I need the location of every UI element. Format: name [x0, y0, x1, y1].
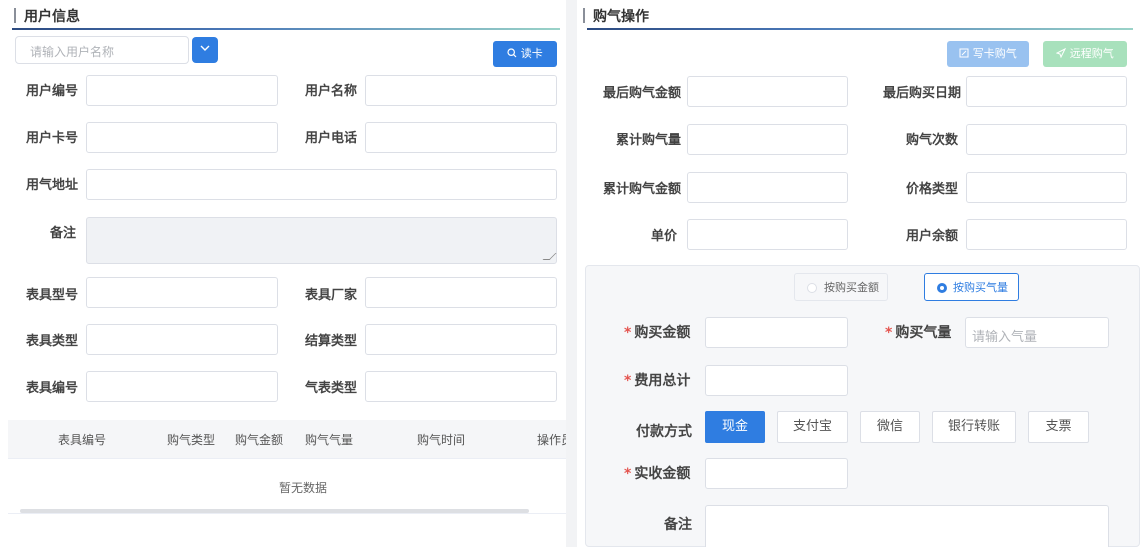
required-mark: *: [624, 325, 632, 341]
phone-label: 用户电话: [305, 131, 358, 146]
actual-amount-label: * 实收金额: [624, 466, 691, 482]
meter-type-label: 表具类型: [26, 334, 79, 349]
pay-bank-transfer-button[interactable]: 银行转账: [932, 411, 1016, 443]
purchase-count-field[interactable]: [966, 124, 1127, 155]
column-header: 购气时间: [417, 433, 466, 447]
title-underline: [587, 28, 1133, 30]
user-search-input[interactable]: 请输入用户名称: [15, 36, 189, 64]
user-no-label: 用户编号: [26, 84, 79, 99]
required-mark: *: [624, 466, 632, 482]
meter-model-label: 表具型号: [26, 288, 79, 303]
buy-volume-field[interactable]: 请输入气量: [965, 317, 1109, 348]
total-volume-label: 累计购气量: [616, 133, 682, 148]
total-amount-label: 累计购气金额: [603, 182, 682, 197]
column-header: 购气类型: [167, 433, 216, 447]
table-header: 表具编号 购气类型 购气金额 购气气量 购气时间 操作员: [8, 420, 566, 458]
purchase-header: 购气操作: [577, 0, 1140, 30]
mode-by-volume-radio[interactable]: 按购买气量: [924, 273, 1019, 301]
pay-wechat-button[interactable]: 微信: [860, 411, 920, 443]
total-volume-field[interactable]: [687, 124, 848, 155]
empty-text: 暂无数据: [278, 481, 327, 495]
required-mark: *: [624, 373, 632, 389]
mode-by-volume-label: 按购买气量: [953, 281, 1008, 294]
write-card-buy-button[interactable]: 写卡购气: [947, 41, 1029, 67]
remote-buy-button[interactable]: 远程购气: [1043, 41, 1127, 67]
address-label: 用气地址: [26, 178, 79, 193]
pay-method-label: 付款方式: [636, 424, 692, 440]
pay-alipay-button[interactable]: 支付宝: [777, 411, 848, 443]
meter-maker-field[interactable]: [365, 277, 557, 308]
total-fee-field[interactable]: [705, 365, 848, 396]
price-type-label: 价格类型: [906, 182, 959, 197]
search-icon: [507, 47, 521, 60]
title-underline: [12, 28, 560, 30]
card-no-field[interactable]: [86, 122, 278, 153]
table-bottom-divider: [8, 513, 566, 514]
resize-handle-icon[interactable]: [542, 253, 557, 260]
user-name-field[interactable]: [365, 75, 557, 106]
user-info-header: 用户信息: [0, 0, 566, 30]
pay-cash-button[interactable]: 现金: [705, 411, 765, 443]
price-type-field[interactable]: [966, 172, 1127, 203]
purchase-title: 购气操作: [583, 6, 649, 26]
meter-maker-label: 表具厂家: [305, 288, 358, 303]
actual-amount-field[interactable]: [705, 458, 848, 489]
purchase-remark-textarea[interactable]: [705, 505, 1109, 547]
remark-label: 备注: [50, 226, 77, 241]
chevron-down-icon: [200, 45, 210, 51]
radio-off-icon: [807, 283, 817, 293]
last-date-label: 最后购买日期: [883, 86, 962, 101]
address-field[interactable]: [86, 169, 557, 200]
purchase-history-table: 表具编号 购气类型 购气金额 购气气量 购气时间 操作员 暂无数据: [0, 420, 566, 547]
unit-price-label: 单价: [651, 229, 678, 244]
edit-icon: [959, 47, 973, 60]
unit-price-field[interactable]: [687, 219, 848, 250]
radio-on-icon: [937, 283, 947, 293]
last-amount-label: 最后购气金额: [603, 86, 682, 101]
purchase-remark-label: 备注: [664, 517, 692, 533]
settle-type-field[interactable]: [365, 324, 557, 355]
last-date-field[interactable]: [966, 76, 1127, 107]
column-header: 购气气量: [305, 433, 354, 447]
buy-amount-field[interactable]: [705, 317, 848, 348]
user-name-label: 用户名称: [305, 84, 358, 99]
card-no-label: 用户卡号: [26, 131, 79, 146]
required-mark: *: [885, 325, 893, 341]
read-card-label: 读卡: [520, 47, 543, 60]
balance-field[interactable]: [966, 219, 1127, 250]
user-info-title: 用户信息: [14, 6, 80, 26]
send-icon: [1055, 47, 1070, 60]
buy-volume-label: * 购买气量: [885, 325, 952, 341]
read-card-button[interactable]: 读卡: [493, 41, 557, 67]
mode-by-amount-radio[interactable]: 按购买金额: [794, 273, 888, 301]
meter-no-field[interactable]: [86, 371, 278, 402]
user-no-field[interactable]: [86, 75, 278, 106]
column-header: 表具编号: [58, 433, 107, 447]
last-amount-field[interactable]: [687, 76, 848, 107]
total-fee-label: * 费用总计: [624, 373, 691, 389]
meter-no-label: 表具编号: [26, 381, 79, 396]
remote-label: 远程购气: [1069, 47, 1114, 60]
gas-meter-type-label: 气表类型: [305, 381, 358, 396]
buy-volume-placeholder: 请输入气量: [972, 330, 1038, 345]
phone-field[interactable]: [365, 122, 557, 153]
mode-by-amount-label: 按购买金额: [824, 281, 879, 294]
table-divider: [8, 458, 566, 459]
total-amount-field[interactable]: [687, 172, 848, 203]
write-card-label: 写卡购气: [972, 47, 1017, 60]
user-dropdown-button[interactable]: [192, 37, 218, 63]
remark-textarea[interactable]: [86, 217, 557, 264]
column-header: 操作员: [537, 433, 566, 447]
purchase-count-label: 购气次数: [906, 133, 959, 148]
pay-check-button[interactable]: 支票: [1028, 411, 1089, 443]
meter-model-field[interactable]: [86, 277, 278, 308]
settle-type-label: 结算类型: [305, 334, 358, 349]
user-info-panel: 用户信息 请输入用户名称 读卡 用户编号 用户名称 用户卡号 用户电话 用气地址…: [0, 0, 566, 547]
gas-meter-type-field[interactable]: [365, 371, 557, 402]
meter-type-field[interactable]: [86, 324, 278, 355]
buy-amount-label: * 购买金额: [624, 325, 691, 341]
balance-label: 用户余额: [906, 229, 959, 244]
column-header: 购气金额: [235, 433, 284, 447]
